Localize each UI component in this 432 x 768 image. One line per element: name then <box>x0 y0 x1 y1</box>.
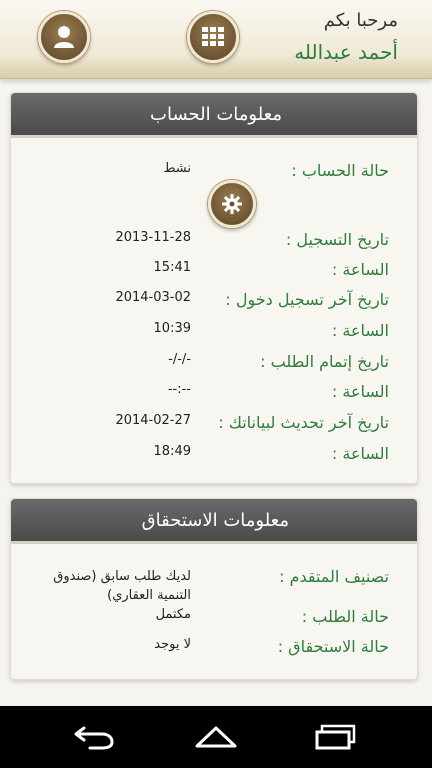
profile-button[interactable] <box>38 11 90 63</box>
row-label: تاريخ إتمام الطلب : <box>260 352 389 371</box>
account-status-row: حالة الحساب : نشط <box>11 161 417 185</box>
row-value: لا يوجد <box>154 637 191 652</box>
row-label: الساعة : <box>331 321 389 340</box>
row-value: 2014-02-27 <box>115 413 191 428</box>
row-value: 10:39 <box>153 321 191 336</box>
last-update-time-row: الساعة : 18:49 <box>11 444 417 468</box>
row-label: تاريخ آخر تحديث لبياناتك : <box>218 413 389 432</box>
row-label: تاريخ التسجيل : <box>285 230 389 249</box>
row-label: حالة الحساب : <box>291 161 389 180</box>
menu-button[interactable] <box>187 11 239 63</box>
eligibility-info-card: معلومات الاستحقاق تصنيف المتقدم : لديك ط… <box>10 498 418 680</box>
user-icon <box>54 26 74 48</box>
row-value: 18:49 <box>153 444 191 459</box>
row-value: مكتمل <box>155 607 191 622</box>
request-completion-time-row: الساعة : --:-- <box>11 382 417 406</box>
last-update-date-row: تاريخ آخر تحديث لبياناتك : 2014-02-27 <box>11 413 417 437</box>
row-value: -/-/- <box>168 352 191 367</box>
navigation-bar <box>0 706 432 768</box>
row-value: 2013-11-28 <box>115 230 191 245</box>
applicant-classification-row: تصنيف المتقدم : لديك طلب سابق (صندوق الت… <box>11 567 417 609</box>
registration-time-row: الساعة : 15:41 <box>11 260 417 284</box>
row-label: حالة الطلب : <box>301 607 389 626</box>
row-label: حالة الاستحقاق : <box>277 637 389 656</box>
eligibility-info-title: معلومات الاستحقاق <box>11 499 417 544</box>
eligibility-status-row: حالة الاستحقاق : لا يوجد <box>11 637 417 661</box>
grid-icon <box>202 27 224 46</box>
row-label: تصنيف المتقدم : <box>279 567 389 586</box>
row-label: الساعة : <box>331 382 389 401</box>
row-value: 15:41 <box>153 260 191 275</box>
row-label: الساعة : <box>331 260 389 279</box>
row-value: 2014-03-02 <box>115 290 191 305</box>
request-completion-date-row: تاريخ إتمام الطلب : -/-/- <box>11 352 417 376</box>
app-header: مرحبا بكم أحمد عبدالله <box>0 0 432 79</box>
last-login-time-row: الساعة : 10:39 <box>11 321 417 345</box>
registration-date-row: تاريخ التسجيل : 2013-11-28 <box>11 230 417 254</box>
request-status-row: حالة الطلب : مكتمل <box>11 607 417 631</box>
back-icon[interactable] <box>72 724 116 750</box>
recents-icon[interactable] <box>314 724 358 750</box>
gear-icon <box>222 194 242 214</box>
user-name: أحمد عبدالله <box>294 40 398 64</box>
settings-button[interactable] <box>208 180 256 228</box>
row-label: الساعة : <box>331 444 389 463</box>
last-login-date-row: تاريخ آخر تسجيل دخول : 2014-03-02 <box>11 290 417 314</box>
home-icon[interactable] <box>193 724 239 750</box>
account-info-title: معلومات الحساب <box>11 93 417 138</box>
welcome-text: مرحبا بكم <box>323 10 398 31</box>
row-value: نشط <box>163 161 191 176</box>
row-label: تاريخ آخر تسجيل دخول : <box>225 290 389 309</box>
account-info-card: معلومات الحساب حالة الحساب : نشط تاريخ ا… <box>10 92 418 484</box>
row-value: لديك طلب سابق (صندوق التنمية العقاري) <box>53 569 191 603</box>
row-value: --:-- <box>167 382 191 397</box>
